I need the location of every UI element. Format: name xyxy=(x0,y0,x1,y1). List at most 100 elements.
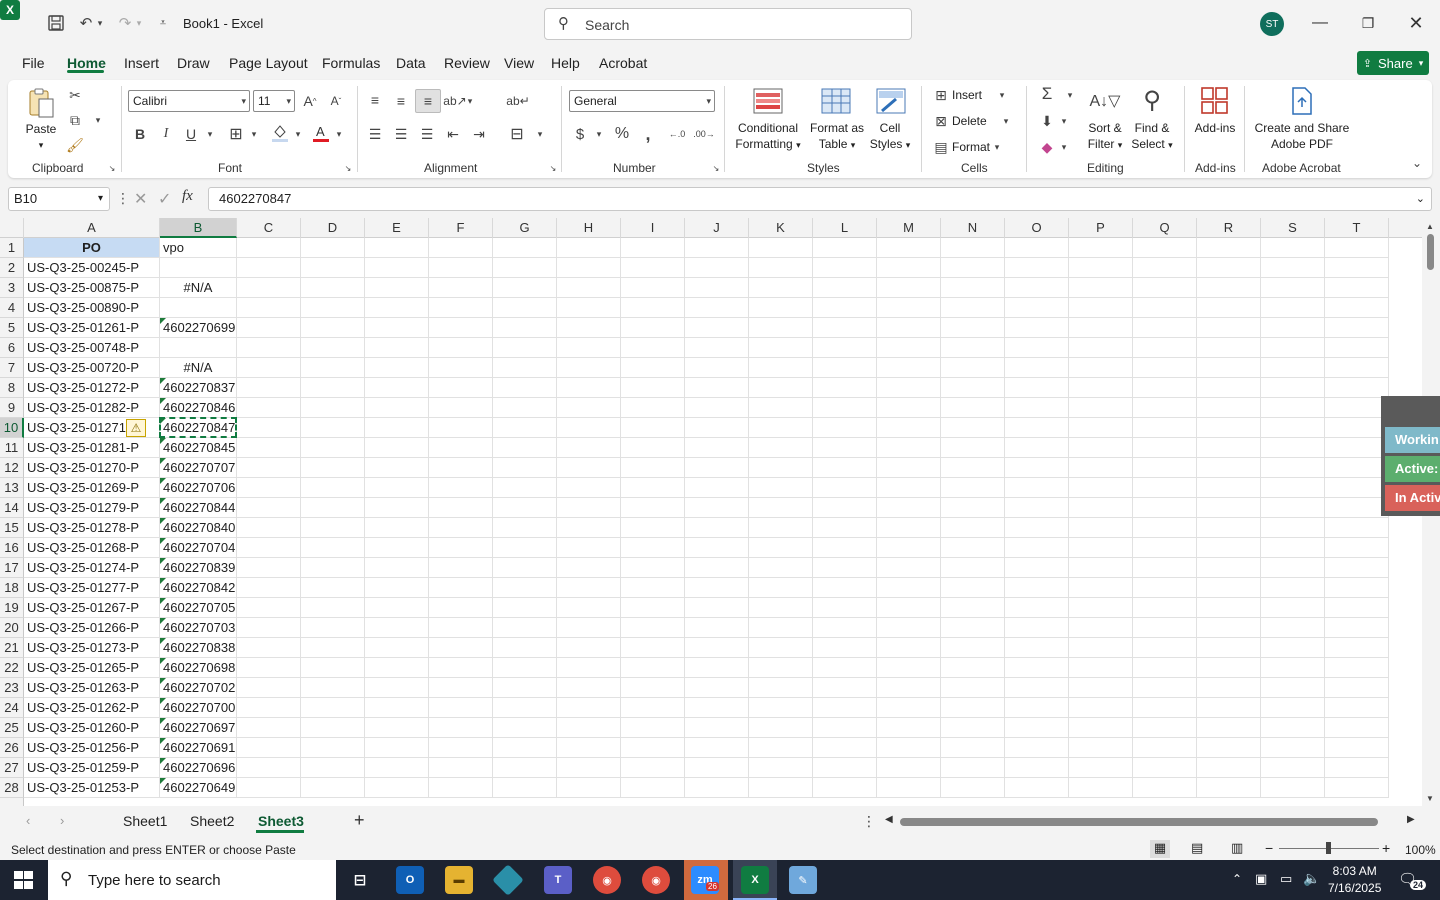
cell-empty[interactable] xyxy=(685,538,749,558)
cell-empty[interactable] xyxy=(621,398,685,418)
cell-empty[interactable] xyxy=(749,358,813,378)
cell-empty[interactable] xyxy=(813,458,877,478)
delete-dropdown-icon[interactable]: ▾ xyxy=(1000,112,1012,130)
cell-empty[interactable] xyxy=(493,338,557,358)
cell-empty[interactable] xyxy=(1197,698,1261,718)
cut-icon[interactable]: ✂ xyxy=(66,86,84,104)
cell-empty[interactable] xyxy=(237,258,301,278)
cell-empty[interactable] xyxy=(429,718,493,738)
cell-a[interactable]: US-Q3-25-01266-P xyxy=(24,618,160,638)
cell-empty[interactable] xyxy=(1005,498,1069,518)
cell-empty[interactable] xyxy=(621,618,685,638)
chrome-profile-icon[interactable]: ◉ xyxy=(642,866,670,894)
cell-empty[interactable] xyxy=(493,358,557,378)
cell-empty[interactable] xyxy=(749,718,813,738)
column-header-b[interactable]: B xyxy=(160,218,237,238)
format-cells-button[interactable]: Format xyxy=(952,139,990,155)
cell-a[interactable]: US-Q3-25-01273-P xyxy=(24,638,160,658)
cell-empty[interactable] xyxy=(1261,478,1325,498)
cell-empty[interactable] xyxy=(1133,338,1197,358)
cell-empty[interactable] xyxy=(621,458,685,478)
create-share-pdf-button[interactable]: Create and Share Adobe PDF xyxy=(1250,120,1354,152)
cell-empty[interactable] xyxy=(941,438,1005,458)
cell-empty[interactable] xyxy=(429,458,493,478)
font-name-select[interactable]: Calibri ▾ xyxy=(128,90,250,112)
row-header[interactable]: 4 xyxy=(0,298,24,318)
cell-empty[interactable] xyxy=(749,678,813,698)
font-color-icon[interactable]: A xyxy=(311,122,331,144)
cell-empty[interactable] xyxy=(1261,638,1325,658)
cell-empty[interactable] xyxy=(1133,458,1197,478)
cell-empty[interactable] xyxy=(941,358,1005,378)
cell-empty[interactable] xyxy=(1069,358,1133,378)
cell-empty[interactable] xyxy=(557,498,621,518)
cell-empty[interactable] xyxy=(557,458,621,478)
cell-empty[interactable] xyxy=(1133,558,1197,578)
cell-b[interactable]: 4602270705 xyxy=(160,598,237,618)
cell-empty[interactable] xyxy=(429,238,493,258)
clipboard-launcher-icon[interactable]: ↘ xyxy=(106,162,118,174)
cell-empty[interactable] xyxy=(877,398,941,418)
italic-icon[interactable]: I xyxy=(157,124,175,144)
fill-color-icon[interactable] xyxy=(270,122,290,144)
cell-empty[interactable] xyxy=(621,258,685,278)
cell-empty[interactable] xyxy=(1197,558,1261,578)
cell-empty[interactable] xyxy=(493,478,557,498)
cell-empty[interactable] xyxy=(877,658,941,678)
cell-empty[interactable] xyxy=(237,338,301,358)
cell-empty[interactable] xyxy=(877,378,941,398)
cell-empty[interactable] xyxy=(1197,238,1261,258)
cell-empty[interactable] xyxy=(429,758,493,778)
row-header[interactable]: 20 xyxy=(0,618,24,638)
cell-b[interactable] xyxy=(160,258,237,278)
cell-empty[interactable] xyxy=(1005,338,1069,358)
cell-empty[interactable] xyxy=(493,718,557,738)
cell-empty[interactable] xyxy=(1261,778,1325,798)
cell-empty[interactable] xyxy=(877,638,941,658)
cell-empty[interactable] xyxy=(685,338,749,358)
cell-empty[interactable] xyxy=(301,358,365,378)
cell-empty[interactable] xyxy=(1069,518,1133,538)
cell-empty[interactable] xyxy=(1069,658,1133,678)
cell-empty[interactable] xyxy=(877,478,941,498)
cell-empty[interactable] xyxy=(429,558,493,578)
tab-view[interactable]: View xyxy=(504,55,534,71)
cell-empty[interactable] xyxy=(1005,698,1069,718)
cell-empty[interactable] xyxy=(429,378,493,398)
fill-dropdown-icon[interactable]: ▾ xyxy=(1058,112,1070,130)
cell-empty[interactable] xyxy=(301,778,365,798)
cell-empty[interactable] xyxy=(1197,358,1261,378)
cell-empty[interactable] xyxy=(941,318,1005,338)
cell-empty[interactable] xyxy=(941,618,1005,638)
cell-empty[interactable] xyxy=(877,758,941,778)
cell-empty[interactable] xyxy=(685,238,749,258)
row-header[interactable]: 7 xyxy=(0,358,24,378)
tab-insert[interactable]: Insert xyxy=(124,55,159,71)
cell-empty[interactable] xyxy=(877,318,941,338)
conditional-formatting-button[interactable]: Conditional Formatting ▾ xyxy=(729,120,807,153)
cell-a[interactable]: US-Q3-25-01263-P xyxy=(24,678,160,698)
cell-empty[interactable] xyxy=(1197,738,1261,758)
status-inactive-label[interactable]: In Activ xyxy=(1385,485,1440,511)
cell-empty[interactable] xyxy=(1069,338,1133,358)
cell-empty[interactable] xyxy=(685,678,749,698)
cell-empty[interactable] xyxy=(941,558,1005,578)
cell-empty[interactable] xyxy=(1069,398,1133,418)
cell-empty[interactable] xyxy=(1005,418,1069,438)
font-size-select[interactable]: 11 ▾ xyxy=(253,90,295,112)
find-select-icon[interactable]: ⚲ xyxy=(1136,84,1168,116)
cell-empty[interactable] xyxy=(813,438,877,458)
cell-empty[interactable] xyxy=(621,358,685,378)
cell-a[interactable]: US-Q3-25-01256-P xyxy=(24,738,160,758)
cell-empty[interactable] xyxy=(877,438,941,458)
cell-a[interactable]: US-Q3-25-00245-P xyxy=(24,258,160,278)
cell-empty[interactable] xyxy=(237,398,301,418)
cell-empty[interactable] xyxy=(237,618,301,638)
cell-empty[interactable] xyxy=(429,258,493,278)
cell-empty[interactable] xyxy=(941,418,1005,438)
increase-decimal-icon[interactable]: ←.0 xyxy=(666,124,688,144)
cell-empty[interactable] xyxy=(1325,718,1389,738)
row-header[interactable]: 25 xyxy=(0,718,24,738)
cell-empty[interactable] xyxy=(557,558,621,578)
cell-empty[interactable] xyxy=(429,518,493,538)
